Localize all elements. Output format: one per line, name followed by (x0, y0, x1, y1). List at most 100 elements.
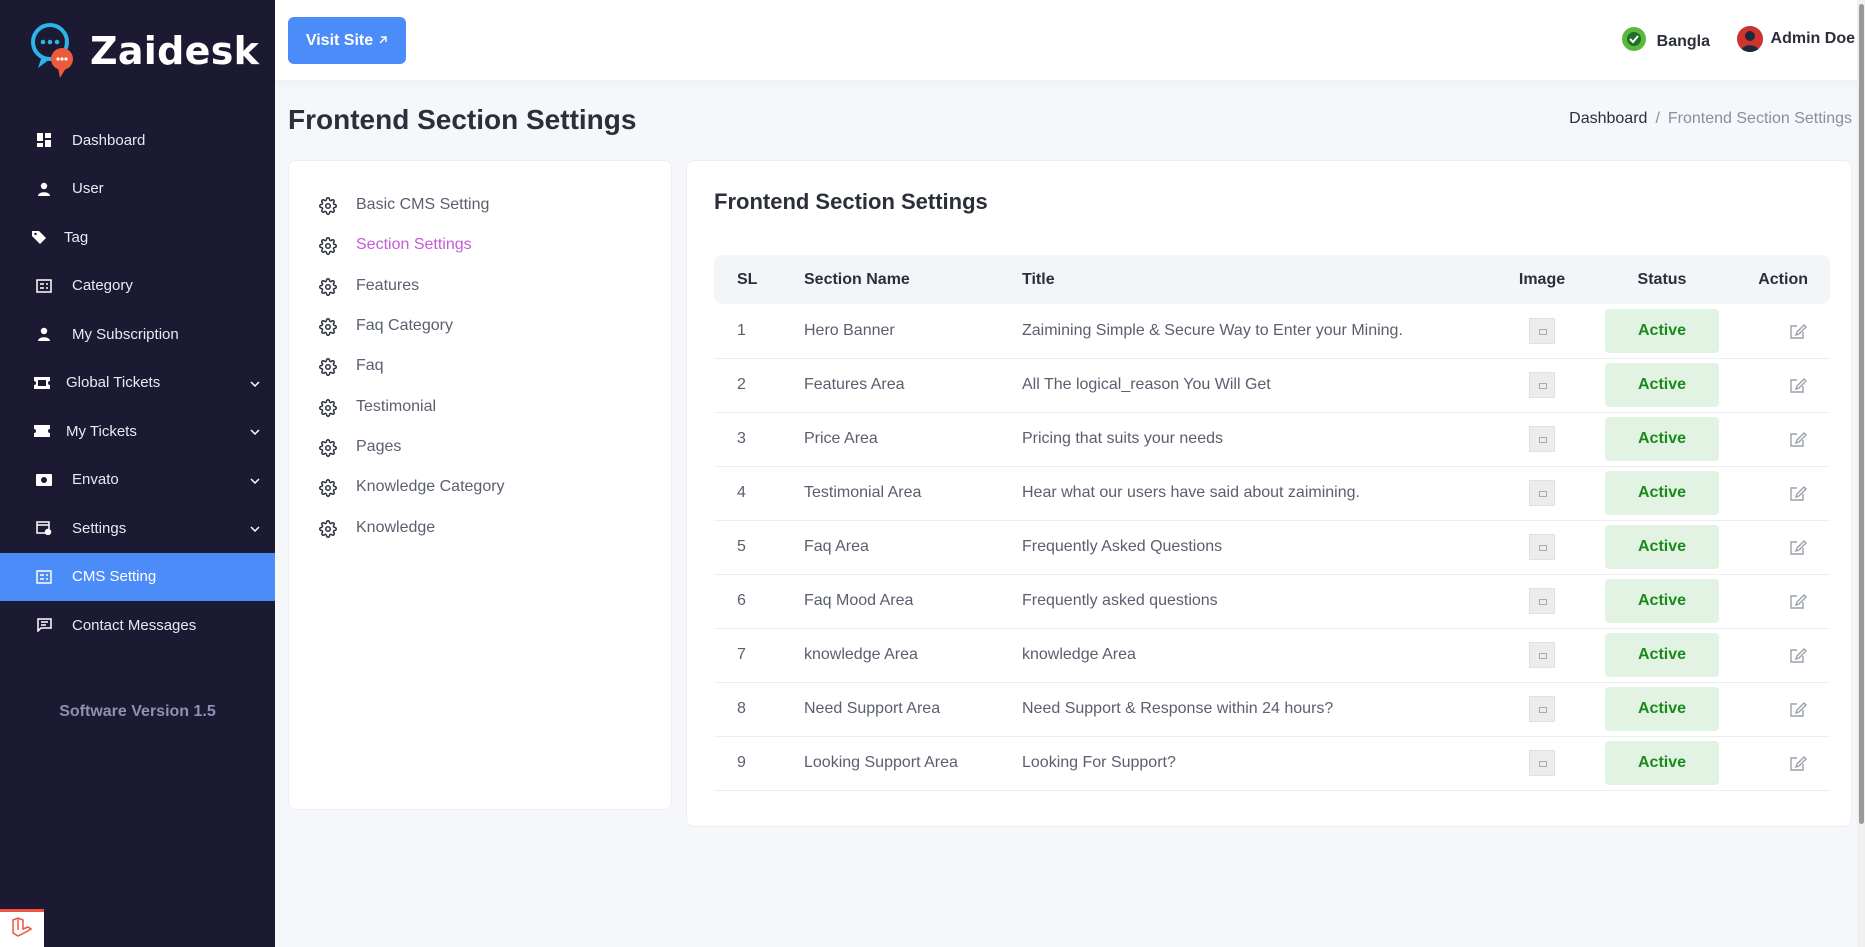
image-thumbnail[interactable] (1529, 372, 1555, 398)
edit-icon[interactable] (1788, 591, 1808, 611)
settings-menu-item-knowledge[interactable]: Knowledge (319, 507, 671, 547)
edit-icon[interactable] (1788, 753, 1808, 773)
cell-title: All The logical_reason You Will Get (1022, 376, 1271, 393)
cell-action (1732, 520, 1830, 574)
image-thumbnail[interactable] (1529, 642, 1555, 668)
table-row: 8 Need Support Area Need Support & Respons… (714, 682, 1830, 736)
image-thumbnail[interactable] (1529, 588, 1555, 614)
cell-title: Looking For Support? (1022, 754, 1176, 771)
sidebar-item-user[interactable]: User (0, 165, 275, 214)
sidebar-item-label: Category (72, 277, 133, 295)
edit-icon[interactable] (1788, 645, 1808, 665)
image-thumbnail[interactable] (1529, 750, 1555, 776)
settings-menu-item-pages[interactable]: Pages (319, 427, 671, 467)
chevron-down-icon (249, 377, 261, 394)
sidebar-item-my-tickets[interactable]: My Tickets (0, 407, 275, 456)
cell-title: knowledge Area (1022, 646, 1136, 663)
cell-section-name: Hero Banner (804, 321, 895, 339)
sidebar-item-global-tickets[interactable]: Global Tickets (0, 359, 275, 408)
cell-section-name: Looking Support Area (804, 754, 958, 771)
status-badge: Active (1605, 525, 1719, 569)
image-thumbnail[interactable] (1529, 534, 1555, 560)
cell-sl: 2 (737, 376, 746, 393)
ticket-icon (32, 373, 52, 393)
gear-icon (319, 237, 337, 256)
settings-menu-label: Knowledge (356, 518, 436, 536)
cell-sl: 3 (737, 430, 746, 447)
user-icon (34, 179, 54, 199)
edit-icon[interactable] (1788, 321, 1808, 341)
cell-sl: 4 (737, 484, 746, 501)
sidebar-item-my-subscription[interactable]: My Subscription (0, 310, 275, 359)
debugbar-toggle[interactable] (0, 909, 44, 947)
sidebar-item-dashboard[interactable]: Dashboard (0, 116, 275, 165)
settings-menu-item-faq[interactable]: Faq (319, 346, 671, 386)
ticket-icon (32, 421, 52, 441)
gear-icon (319, 318, 337, 336)
edit-icon[interactable] (1788, 699, 1808, 719)
table-row: 3 Price Area Pricing that suits your needs… (714, 412, 1830, 466)
sidebar-item-label: Dashboard (72, 131, 146, 149)
user-menu[interactable]: Admin Doe (1736, 26, 1855, 52)
settings-menu-item-testimonial[interactable]: Testimonial (319, 386, 671, 426)
sidebar-item-cms-setting[interactable]: CMS Setting (0, 552, 275, 601)
chevron-down-icon (249, 474, 261, 491)
edit-icon[interactable] (1788, 537, 1808, 557)
visit-site-button[interactable]: Visit Site (288, 17, 406, 64)
cell-status: Active (1592, 574, 1732, 628)
language-selector[interactable]: Bangla (1621, 26, 1710, 57)
page-scrollbar[interactable] (1857, 0, 1865, 947)
breadcrumb: Dashboard / Frontend Section Settings (1569, 110, 1852, 128)
column-header-section-name: Section Name (804, 270, 910, 288)
cell-status: Active (1592, 520, 1732, 574)
cell-image (1492, 358, 1592, 412)
cell-image (1492, 466, 1592, 520)
envato-icon (34, 470, 54, 490)
settings-menu-item-faq-category[interactable]: Faq Category (319, 306, 671, 346)
table-row: 6 Faq Mood Area Frequently asked questions… (714, 574, 1830, 628)
sidebar-item-tag[interactable]: Tag (0, 213, 275, 262)
image-thumbnail[interactable] (1529, 317, 1555, 344)
sidebar-item-contact-messages[interactable]: Contact Messages (0, 601, 275, 650)
breadcrumb-current: Frontend Section Settings (1667, 110, 1852, 127)
breadcrumb-separator: / (1655, 110, 1660, 127)
cell-section-name: knowledge Area (804, 646, 918, 663)
sidebar-item-label: Settings (72, 519, 127, 537)
edit-icon[interactable] (1788, 429, 1808, 449)
edit-icon[interactable] (1788, 375, 1808, 395)
cell-section-name: Testimonial Area (804, 484, 922, 501)
sidebar-item-label: My Subscription (72, 325, 179, 343)
gear-icon (319, 438, 337, 457)
image-thumbnail[interactable] (1529, 696, 1555, 722)
sidebar-item-label: Envato (72, 471, 119, 489)
external-link-icon (378, 32, 388, 50)
language-flag-icon (1621, 26, 1647, 57)
cell-title: Zaimining Simple & Secure Way to Enter y… (1022, 321, 1403, 339)
app-name: Zaidesk (90, 29, 260, 73)
settings-menu-item-knowledge-category[interactable]: Knowledge Category (319, 467, 671, 507)
cell-image (1492, 574, 1592, 628)
category-icon (34, 276, 54, 296)
sidebar-item-envato[interactable]: Envato (0, 456, 275, 505)
image-thumbnail[interactable] (1529, 426, 1555, 452)
image-thumbnail[interactable] (1529, 480, 1555, 506)
brand[interactable]: Zaidesk (30, 22, 259, 80)
sidebar: Zaidesk Dashboard User Tag Category My S… (0, 0, 275, 947)
table-row: 7 knowledge Area knowledge Area Active (714, 628, 1830, 682)
sidebar-item-settings[interactable]: Settings (0, 504, 275, 553)
breadcrumb-home-link[interactable]: Dashboard (1569, 110, 1647, 128)
settings-menu-item-features[interactable]: Features (319, 266, 671, 306)
column-header-status: Status (1637, 270, 1687, 288)
cell-sl: 5 (737, 538, 746, 555)
settings-menu-item-section-settings[interactable]: Section Settings (319, 225, 671, 265)
edit-icon[interactable] (1788, 483, 1808, 503)
cell-sl: 6 (737, 592, 746, 609)
settings-menu-item-basic-cms-setting[interactable]: Basic CMS Setting (319, 185, 671, 225)
page-title: Frontend Section Settings (288, 104, 637, 135)
sidebar-item-label: My Tickets (66, 422, 137, 440)
sidebar-item-category[interactable]: Category (0, 262, 275, 311)
cell-status: Active (1592, 304, 1732, 358)
cms-icon (34, 567, 54, 587)
scrollbar-thumb[interactable] (1859, 4, 1864, 824)
topbar: Visit Site Bangla Admin Doe (275, 0, 1865, 80)
